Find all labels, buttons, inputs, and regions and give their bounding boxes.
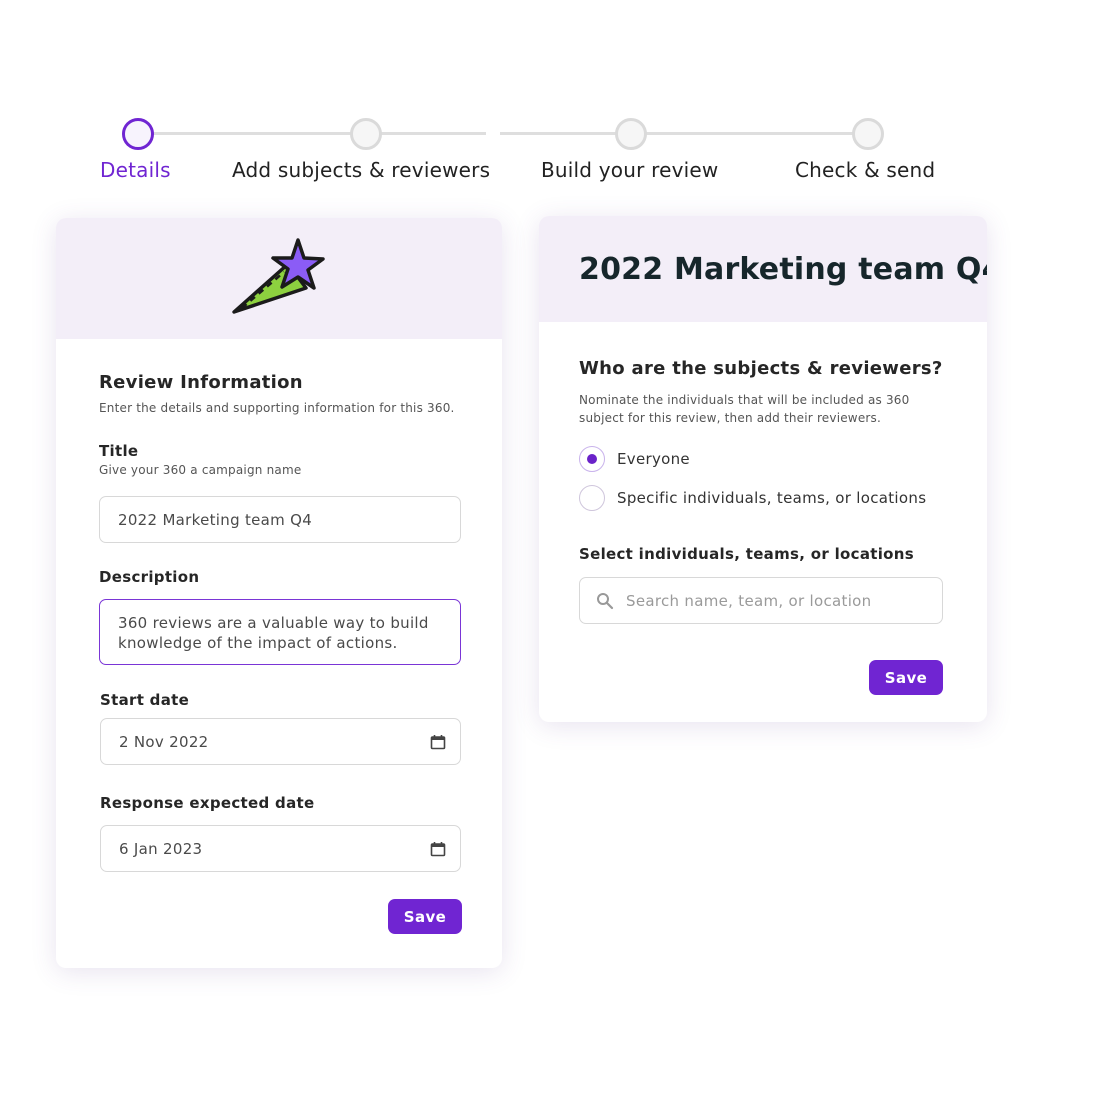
radio-everyone-label[interactable]: Everyone	[617, 450, 690, 468]
radio-specific-label[interactable]: Specific individuals, teams, or location…	[617, 489, 926, 507]
save-button[interactable]: Save	[388, 899, 462, 934]
step-label-details[interactable]: Details	[100, 158, 171, 182]
description-label: Description	[99, 568, 200, 586]
subjects-help-line2: subject for this review, then add their …	[579, 411, 882, 425]
step-indicator-check[interactable]	[852, 118, 884, 150]
stepper-connector	[500, 132, 618, 135]
calendar-icon[interactable]	[430, 734, 446, 750]
section-subtitle: Enter the details and supporting informa…	[99, 401, 455, 415]
step-label-build[interactable]: Build your review	[541, 158, 718, 182]
description-textarea[interactable]: 360 reviews are a valuable way to build …	[99, 599, 461, 665]
campaign-title: 2022 Marketing team Q4	[579, 252, 987, 287]
radio-everyone[interactable]	[579, 446, 605, 472]
step-indicator-details[interactable]	[122, 118, 154, 150]
progress-stepper: Details Add subjects & reviewers Build y…	[0, 0, 1120, 200]
calendar-icon[interactable]	[430, 841, 446, 857]
start-date-input[interactable]: 2 Nov 2022	[100, 718, 461, 765]
stepper-connector	[380, 132, 486, 135]
title-label: Title	[99, 442, 139, 460]
title-input[interactable]: 2022 Marketing team Q4	[99, 496, 461, 543]
subjects-question: Who are the subjects & reviewers?	[579, 358, 943, 379]
response-date-value: 6 Jan 2023	[119, 839, 203, 858]
card-header: 2022 Marketing team Q4	[539, 216, 987, 322]
step-indicator-subjects[interactable]	[350, 118, 382, 150]
start-date-value: 2 Nov 2022	[119, 732, 209, 751]
card-header	[56, 218, 502, 339]
step-indicator-build[interactable]	[615, 118, 647, 150]
review-details-card: Review Information Enter the details and…	[56, 218, 502, 968]
section-title: Review Information	[99, 372, 303, 393]
select-label: Select individuals, teams, or locations	[579, 545, 914, 563]
subjects-reviewers-card: 2022 Marketing team Q4 Who are the subje…	[539, 216, 987, 722]
response-date-label: Response expected date	[100, 794, 315, 812]
subjects-help-line1: Nominate the individuals that will be in…	[579, 393, 910, 407]
start-date-label: Start date	[100, 691, 190, 709]
search-icon	[597, 592, 614, 609]
stepper-connector	[645, 132, 853, 135]
save-button[interactable]: Save	[869, 660, 943, 695]
rocket-star-icon	[232, 238, 325, 314]
search-placeholder: Search name, team, or location	[626, 591, 872, 610]
stepper-connector	[152, 132, 352, 135]
search-input[interactable]: Search name, team, or location	[579, 577, 943, 624]
response-date-input[interactable]: 6 Jan 2023	[100, 825, 461, 872]
step-label-subjects[interactable]: Add subjects & reviewers	[232, 158, 490, 182]
radio-specific[interactable]	[579, 485, 605, 511]
title-hint: Give your 360 a campaign name	[99, 463, 302, 477]
step-label-check[interactable]: Check & send	[795, 158, 935, 182]
